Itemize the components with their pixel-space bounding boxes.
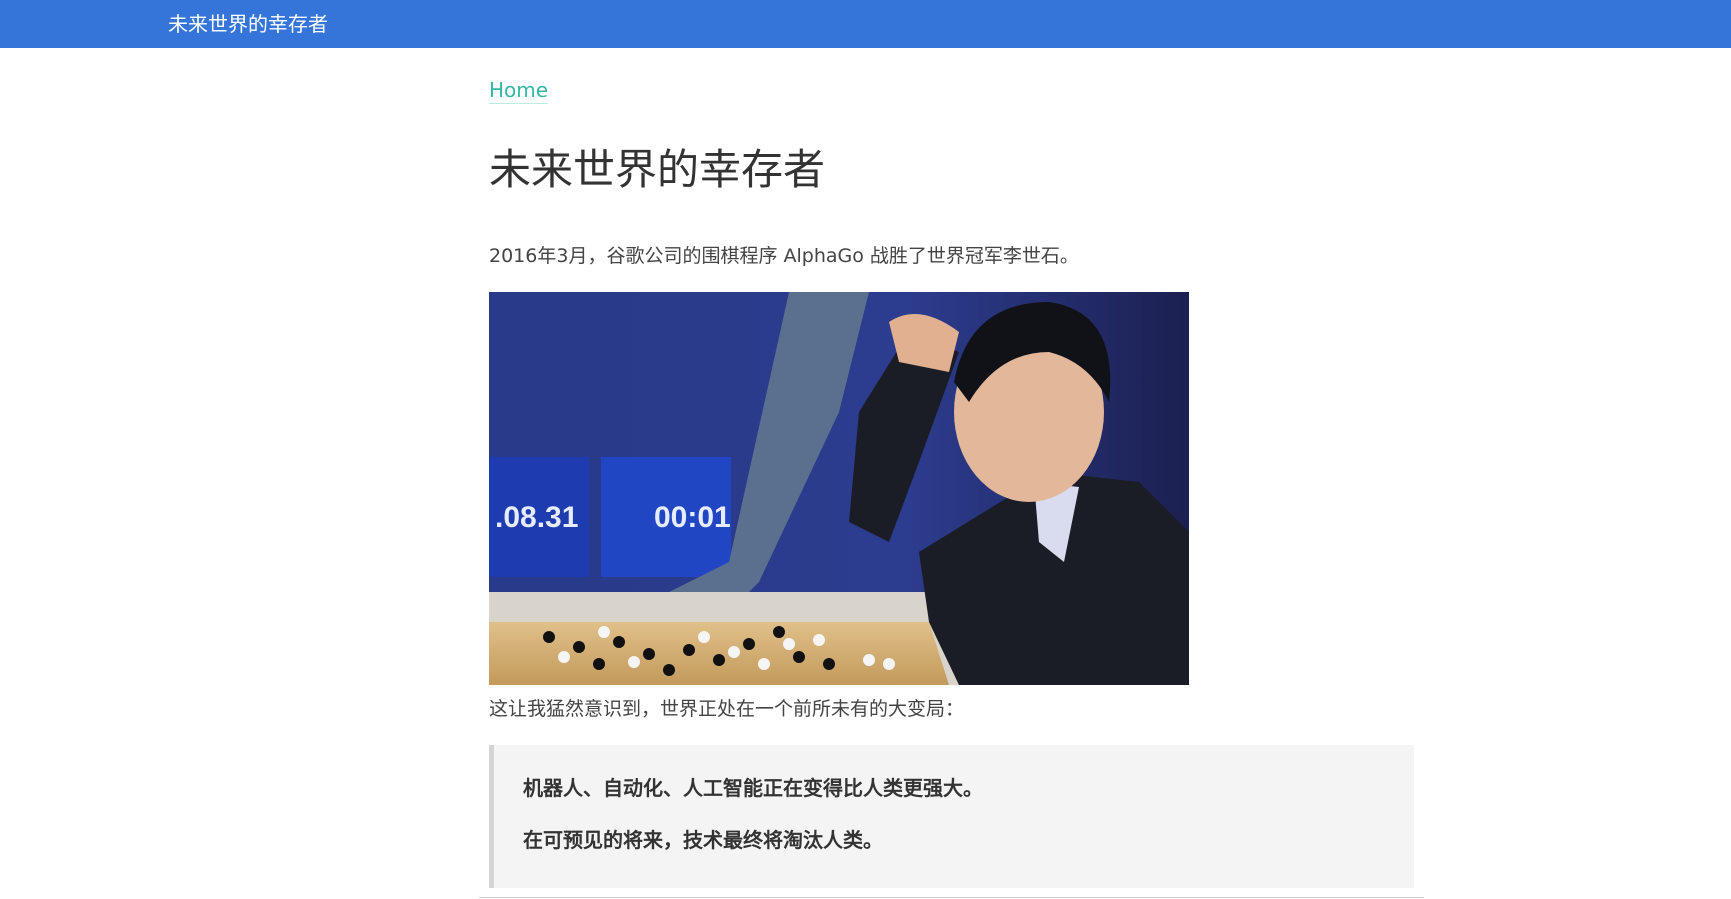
- blockquote: 机器人、自动化、人工智能正在变得比人类更强大。 在可预见的将来，技术最终将淘汰人…: [489, 745, 1414, 888]
- site-title-link[interactable]: 未来世界的幸存者: [168, 12, 328, 36]
- page-title: 未来世界的幸存者: [489, 145, 826, 194]
- article-paragraph: 这让我猛然意识到，世界正处在一个前所未有的大变局：: [489, 698, 965, 720]
- blockquote-line: 在可预见的将来，技术最终将淘汰人类。: [523, 828, 883, 852]
- article-photo: .08.31 00:01: [489, 292, 1189, 685]
- horizontal-divider: [479, 897, 1424, 898]
- breadcrumb-home-link[interactable]: Home: [489, 77, 549, 104]
- blockquote-line: 机器人、自动化、人工智能正在变得比人类更强大。: [523, 776, 983, 800]
- top-navbar: 未来世界的幸存者: [0, 0, 1731, 48]
- scoreboard-left-text: .08.31: [495, 501, 578, 534]
- article-paragraph: 2016年3月，谷歌公司的围棋程序 AlphaGo 战胜了世界冠军李世石。: [489, 245, 1079, 267]
- go-match-photo-image: .08.31 00:01: [489, 292, 1189, 685]
- scoreboard-right-text: 00:01: [654, 501, 731, 534]
